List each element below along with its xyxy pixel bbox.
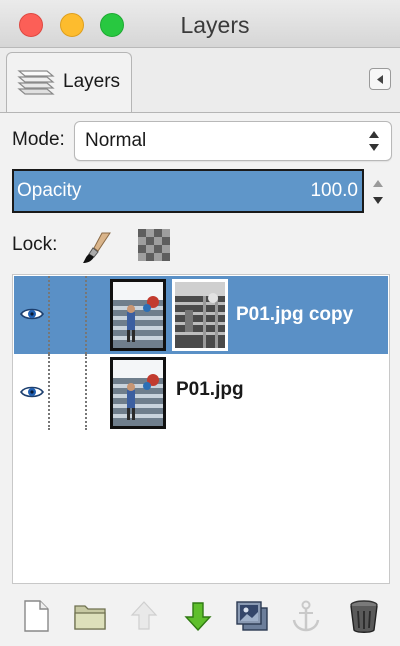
zoom-window-button[interactable]: [100, 13, 124, 37]
layer-name[interactable]: P01.jpg copy: [236, 304, 353, 326]
chain-column[interactable]: [85, 354, 87, 430]
opacity-value: 100.0: [310, 180, 358, 201]
layer-mask-thumbnail[interactable]: [172, 279, 228, 351]
chain-column[interactable]: [48, 354, 50, 430]
anchor-layer-icon[interactable]: [288, 597, 324, 635]
minimize-window-button[interactable]: [60, 13, 84, 37]
opacity-spin-button[interactable]: [370, 173, 386, 211]
layers-panel: Mode: Normal Opacity 100.0 Lock: P01.jpg…: [0, 112, 400, 646]
layer-thumbnail[interactable]: [110, 357, 166, 429]
opacity-slider[interactable]: Opacity 100.0: [12, 169, 364, 213]
layer-row-selected[interactable]: P01.jpg copy: [14, 276, 388, 354]
tab-layers-label: Layers: [63, 71, 121, 92]
layer-list[interactable]: P01.jpg copy P01.jpg: [12, 274, 390, 584]
chevron-updown-icon: [369, 131, 379, 151]
tab-menu-icon: [377, 75, 383, 84]
title-bar: Layers: [0, 0, 400, 48]
new-layer-group-icon[interactable]: [72, 597, 108, 635]
mode-select[interactable]: Normal: [74, 121, 392, 161]
layers-icon: [17, 70, 55, 95]
photo-thumbnail: [113, 360, 163, 426]
tab-layers[interactable]: Layers: [6, 52, 132, 112]
lock-label: Lock:: [12, 234, 58, 255]
chain-column[interactable]: [48, 276, 50, 354]
layer-name[interactable]: P01.jpg: [176, 379, 244, 401]
layer-row[interactable]: P01.jpg: [14, 354, 388, 432]
layer-thumbnail[interactable]: [110, 279, 166, 351]
raise-layer-icon[interactable]: [126, 597, 162, 635]
photo-thumbnail: [113, 282, 163, 348]
new-layer-icon[interactable]: [18, 597, 54, 635]
mode-label: Mode:: [12, 129, 65, 150]
dock-tab-row: Layers: [0, 48, 400, 112]
opacity-label: Opacity: [17, 180, 82, 201]
paintbrush-lock-icon[interactable]: [80, 229, 116, 265]
duplicate-layer-icon[interactable]: [234, 597, 270, 635]
window-title: Layers: [180, 12, 250, 38]
tab-menu-button[interactable]: [369, 68, 391, 90]
eye-icon[interactable]: [20, 384, 44, 400]
mode-value: Normal: [85, 130, 147, 151]
close-window-button[interactable]: [19, 13, 43, 37]
delete-layer-icon[interactable]: [346, 597, 382, 635]
layers-toolbar: [0, 593, 400, 643]
lower-layer-icon[interactable]: [180, 597, 216, 635]
alpha-lock-icon[interactable]: [138, 229, 170, 261]
eye-icon[interactable]: [20, 306, 44, 322]
chain-column[interactable]: [85, 276, 87, 354]
mask-thumbnail: [175, 282, 225, 348]
